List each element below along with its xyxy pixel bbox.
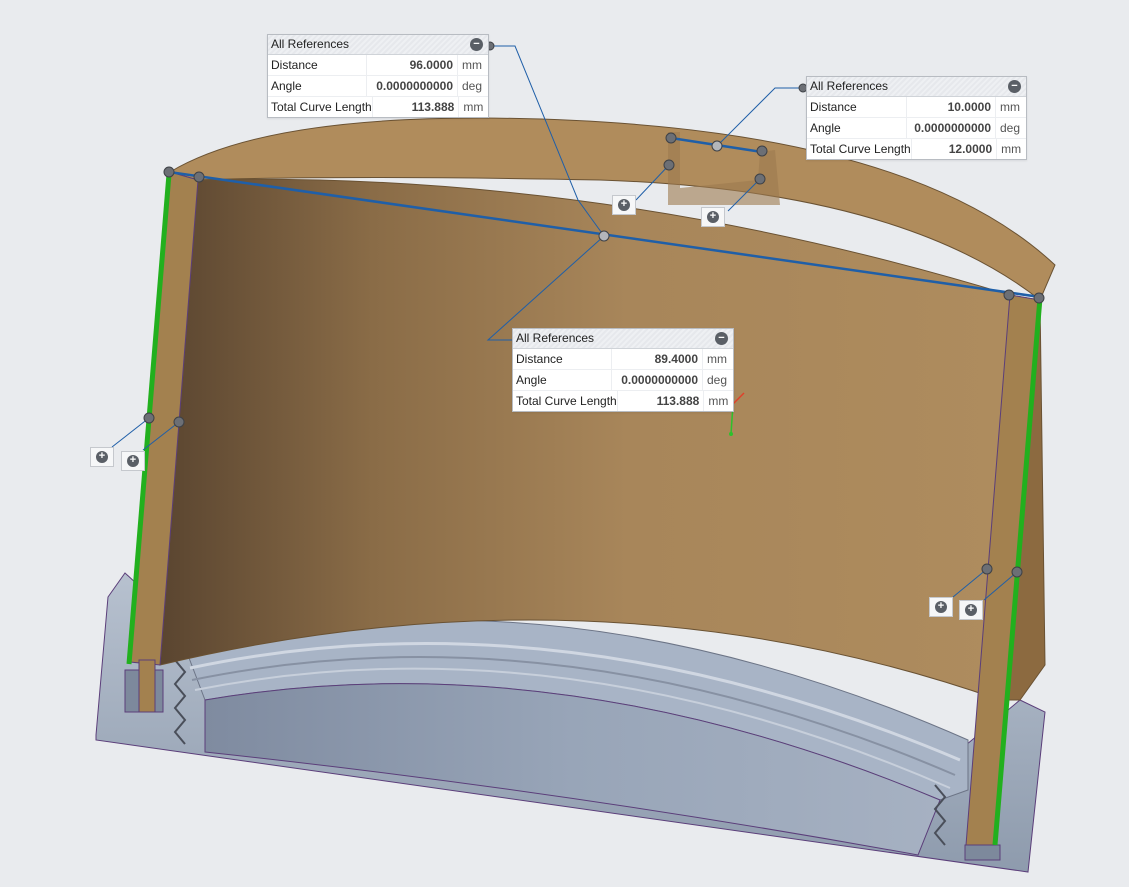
total-curve-length-row: Total Curve Length 12.0000 mm <box>807 139 1026 159</box>
add-reference-button[interactable]: + <box>959 600 983 620</box>
measurement-panel-3[interactable]: All References − Distance 89.4000 mm Ang… <box>512 328 734 412</box>
panel-title: All References <box>810 79 889 93</box>
plus-circle-icon: + <box>127 455 139 467</box>
measurement-panel-2[interactable]: All References − Distance 10.0000 mm Ang… <box>806 76 1027 160</box>
distance-row: Distance 89.4000 mm <box>513 349 733 370</box>
panel-header: All References − <box>513 329 733 349</box>
minus-circle-icon[interactable]: − <box>470 38 483 51</box>
minus-circle-icon[interactable]: − <box>1008 80 1021 93</box>
panel-header: All References − <box>807 77 1026 97</box>
total-curve-length-row: Total Curve Length 113.888 mm <box>513 391 733 411</box>
angle-row: Angle 0.0000000000 deg <box>807 118 1026 139</box>
measurement-panel-1[interactable]: All References − Distance 96.0000 mm Ang… <box>267 34 489 118</box>
panel-title: All References <box>516 331 595 345</box>
angle-row: Angle 0.0000000000 deg <box>268 76 488 97</box>
minus-circle-icon[interactable]: − <box>715 332 728 345</box>
angle-row: Angle 0.0000000000 deg <box>513 370 733 391</box>
panel-header: All References − <box>268 35 488 55</box>
plus-circle-icon: + <box>96 451 108 463</box>
panel-title: All References <box>271 37 350 51</box>
add-reference-button[interactable]: + <box>929 597 953 617</box>
plus-circle-icon: + <box>935 601 947 613</box>
plus-circle-icon: + <box>965 604 977 616</box>
total-curve-length-row: Total Curve Length 113.888 mm <box>268 97 488 117</box>
plus-circle-icon: + <box>707 211 719 223</box>
plus-circle-icon: + <box>618 199 630 211</box>
distance-row: Distance 96.0000 mm <box>268 55 488 76</box>
distance-row: Distance 10.0000 mm <box>807 97 1026 118</box>
add-reference-button[interactable]: + <box>701 207 725 227</box>
add-reference-button[interactable]: + <box>121 451 145 471</box>
add-reference-button[interactable]: + <box>90 447 114 467</box>
add-reference-button[interactable]: + <box>612 195 636 215</box>
